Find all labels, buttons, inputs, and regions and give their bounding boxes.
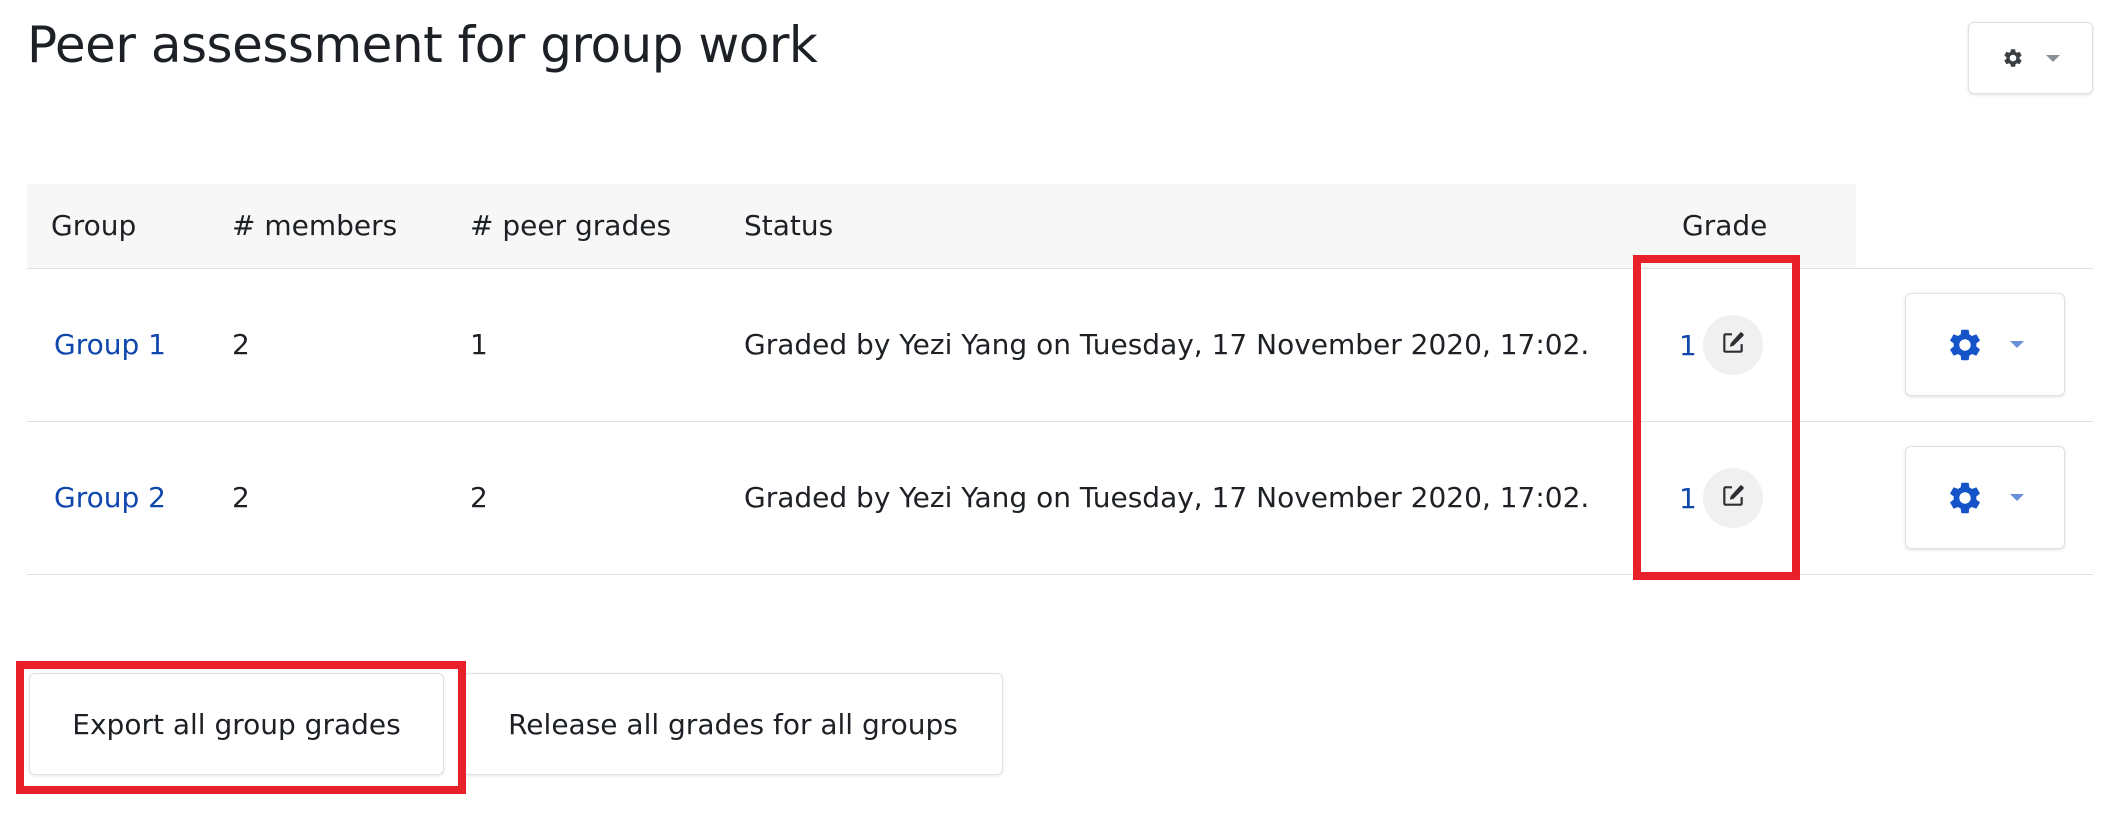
peer-grades-count: 1 [470, 328, 488, 361]
table-row: Group 2 2 2 Graded by Yezi Yang on Tuesd… [27, 422, 2093, 575]
page-title: Peer assessment for group work [27, 16, 818, 74]
page-actions-menu[interactable] [1968, 22, 2093, 94]
header-status: Status [744, 209, 834, 242]
chevron-down-icon [2010, 494, 2024, 501]
export-grades-button[interactable]: Export all group grades [29, 673, 444, 775]
gear-icon [1946, 479, 1984, 517]
edit-icon [1720, 330, 1746, 360]
edit-grade-button[interactable] [1703, 315, 1763, 375]
edit-grade-button[interactable] [1703, 468, 1763, 528]
gear-icon [2002, 47, 2024, 69]
grades-table: Group # members # peer grades Status Gra… [27, 184, 2093, 575]
grade-value[interactable]: 1 [1679, 482, 1701, 515]
grade-value[interactable]: 1 [1679, 329, 1701, 362]
chevron-down-icon [2010, 341, 2024, 348]
group-link[interactable]: Group 1 [54, 328, 166, 361]
members-count: 2 [232, 328, 250, 361]
release-grades-button[interactable]: Release all grades for all groups [463, 673, 1003, 775]
gear-icon [1946, 326, 1984, 364]
header-peer-grades: # peer grades [470, 209, 672, 242]
status-text: Graded by Yezi Yang on Tuesday, 17 Novem… [744, 481, 1590, 514]
peer-grades-count: 2 [470, 481, 488, 514]
row-actions-menu[interactable] [1905, 446, 2065, 549]
header-grade: Grade [1682, 209, 1768, 242]
header-group: Group [51, 209, 137, 242]
table-row: Group 1 2 1 Graded by Yezi Yang on Tuesd… [27, 269, 2093, 422]
page: Peer assessment for group work Group # m… [0, 0, 2117, 816]
grade-cell: 1 [1679, 422, 1763, 574]
header-members: # members [232, 209, 398, 242]
group-link[interactable]: Group 2 [54, 481, 166, 514]
chevron-down-icon [2045, 54, 2060, 62]
members-count: 2 [232, 481, 250, 514]
grade-cell: 1 [1679, 269, 1763, 421]
row-actions-menu[interactable] [1905, 293, 2065, 396]
status-text: Graded by Yezi Yang on Tuesday, 17 Novem… [744, 328, 1590, 361]
edit-icon [1720, 483, 1746, 513]
table-header: Group # members # peer grades Status Gra… [27, 184, 2093, 269]
